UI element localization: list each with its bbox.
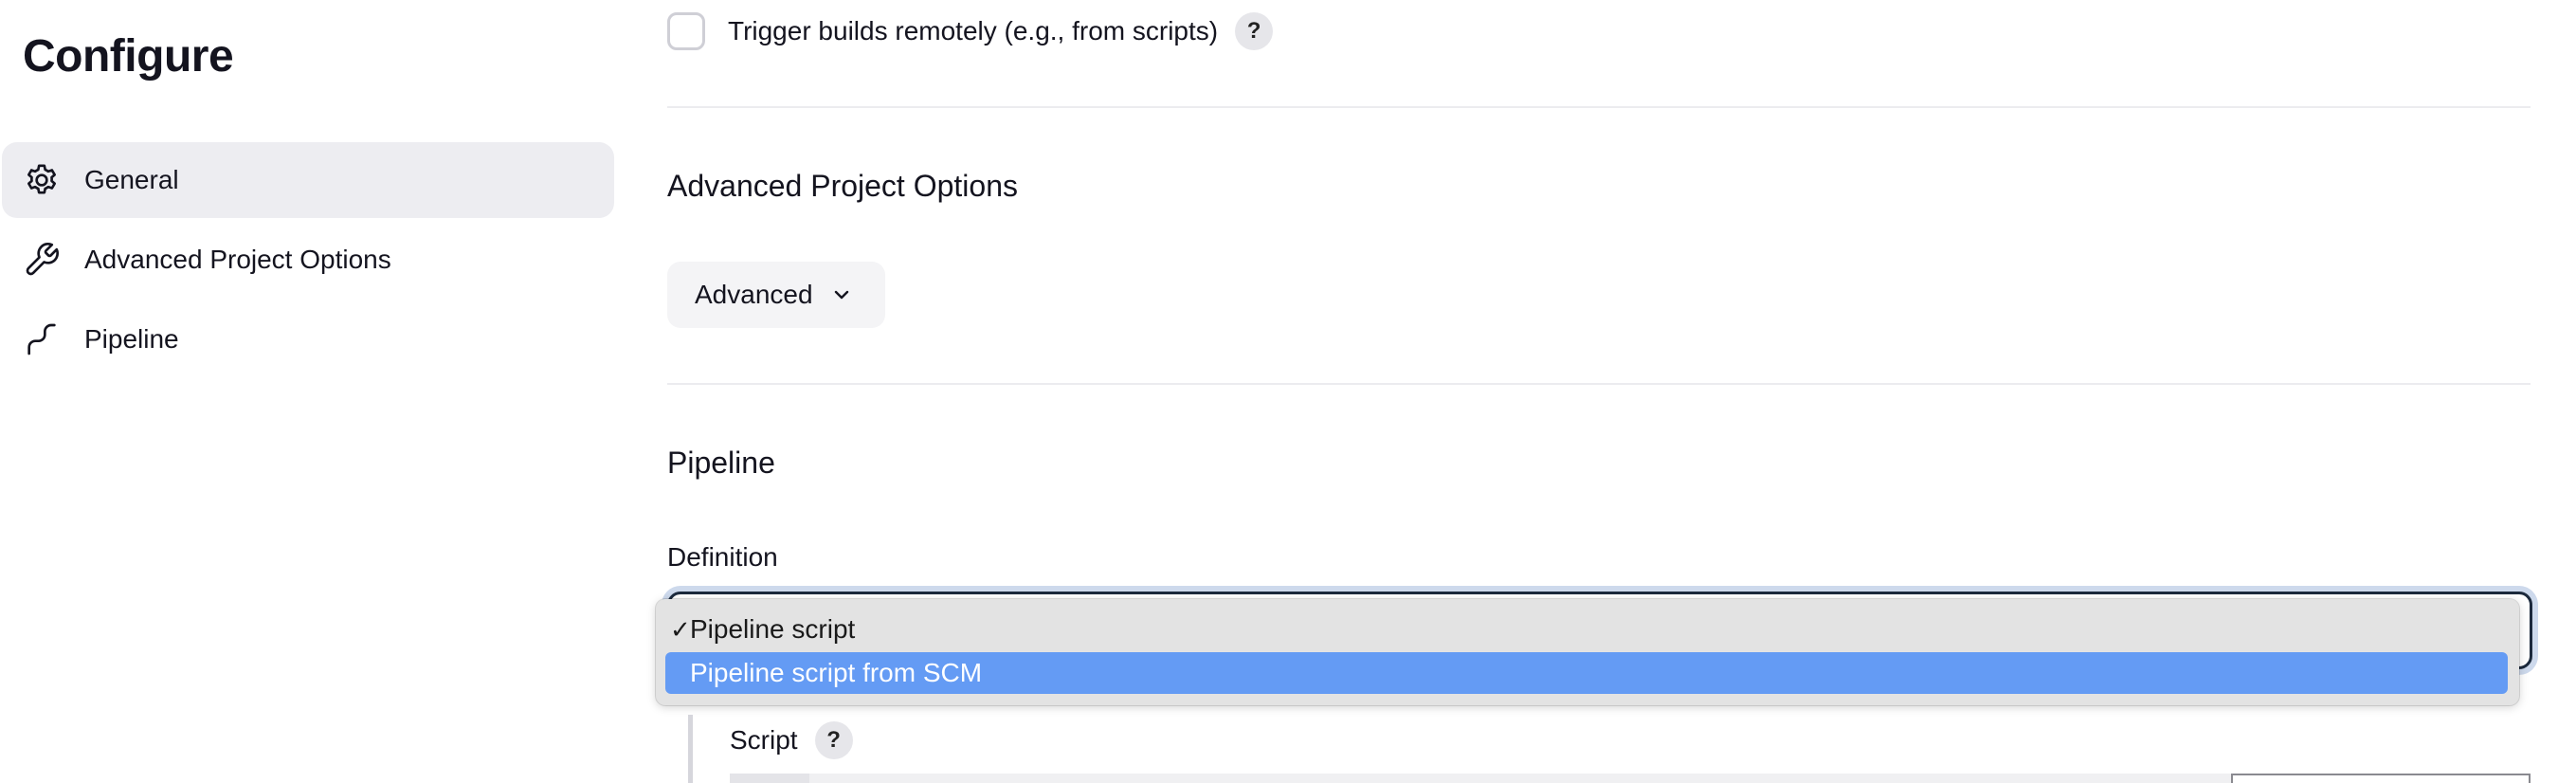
section-divider	[667, 383, 2531, 385]
definition-dropdown-menu: ✓ Pipeline script Pipeline script from S…	[656, 599, 2519, 705]
sidebar-item-pipeline[interactable]: Pipeline	[2, 301, 614, 377]
section-divider	[667, 106, 2531, 108]
gear-icon	[23, 161, 61, 199]
definition-label: Definition	[667, 542, 778, 572]
definition-option-pipeline-script[interactable]: ✓ Pipeline script	[665, 609, 2508, 650]
page-title: Configure	[23, 31, 234, 82]
trigger-remote-row: Trigger builds remotely (e.g., from scri…	[667, 9, 1274, 53]
option-label: Pipeline script from SCM	[690, 658, 983, 687]
checkmark-icon: ✓	[670, 615, 691, 644]
pipeline-section-title: Pipeline	[667, 446, 775, 480]
sidebar-item-label: General	[84, 165, 179, 194]
advanced-project-options-title: Advanced Project Options	[667, 169, 1018, 203]
trigger-remote-label[interactable]: Trigger builds remotely (e.g., from scri…	[728, 12, 1218, 50]
trigger-remote-checkbox[interactable]	[667, 12, 705, 50]
sidebar-item-advanced-project-options[interactable]: Advanced Project Options	[2, 222, 614, 298]
sidebar-item-general[interactable]: General	[2, 142, 614, 218]
sidebar-item-label: Advanced Project Options	[84, 245, 391, 274]
sidebar-item-label: Pipeline	[84, 324, 179, 354]
sidebar-nav: General Advanced Project Options Pipelin…	[2, 142, 614, 381]
script-field-row: Script ?	[730, 720, 853, 760]
script-editor[interactable]	[730, 774, 2531, 783]
chevron-down-icon	[830, 283, 853, 306]
main-content: Trigger builds remotely (e.g., from scri…	[656, 0, 2534, 783]
wrench-icon	[23, 241, 61, 279]
script-help-button[interactable]: ?	[814, 721, 853, 759]
nested-section-bar	[688, 715, 693, 783]
editor-gutter	[730, 774, 809, 783]
advanced-button-label: Advanced	[695, 280, 813, 309]
option-label: Pipeline script	[690, 614, 856, 644]
try-sample-pipeline-select[interactable]	[2231, 774, 2531, 783]
advanced-button[interactable]: Advanced	[667, 262, 885, 328]
script-label: Script	[730, 725, 798, 755]
trigger-remote-help-button[interactable]: ?	[1235, 12, 1274, 50]
definition-option-pipeline-script-from-scm[interactable]: Pipeline script from SCM	[665, 652, 2508, 694]
pipeline-icon	[23, 320, 61, 358]
